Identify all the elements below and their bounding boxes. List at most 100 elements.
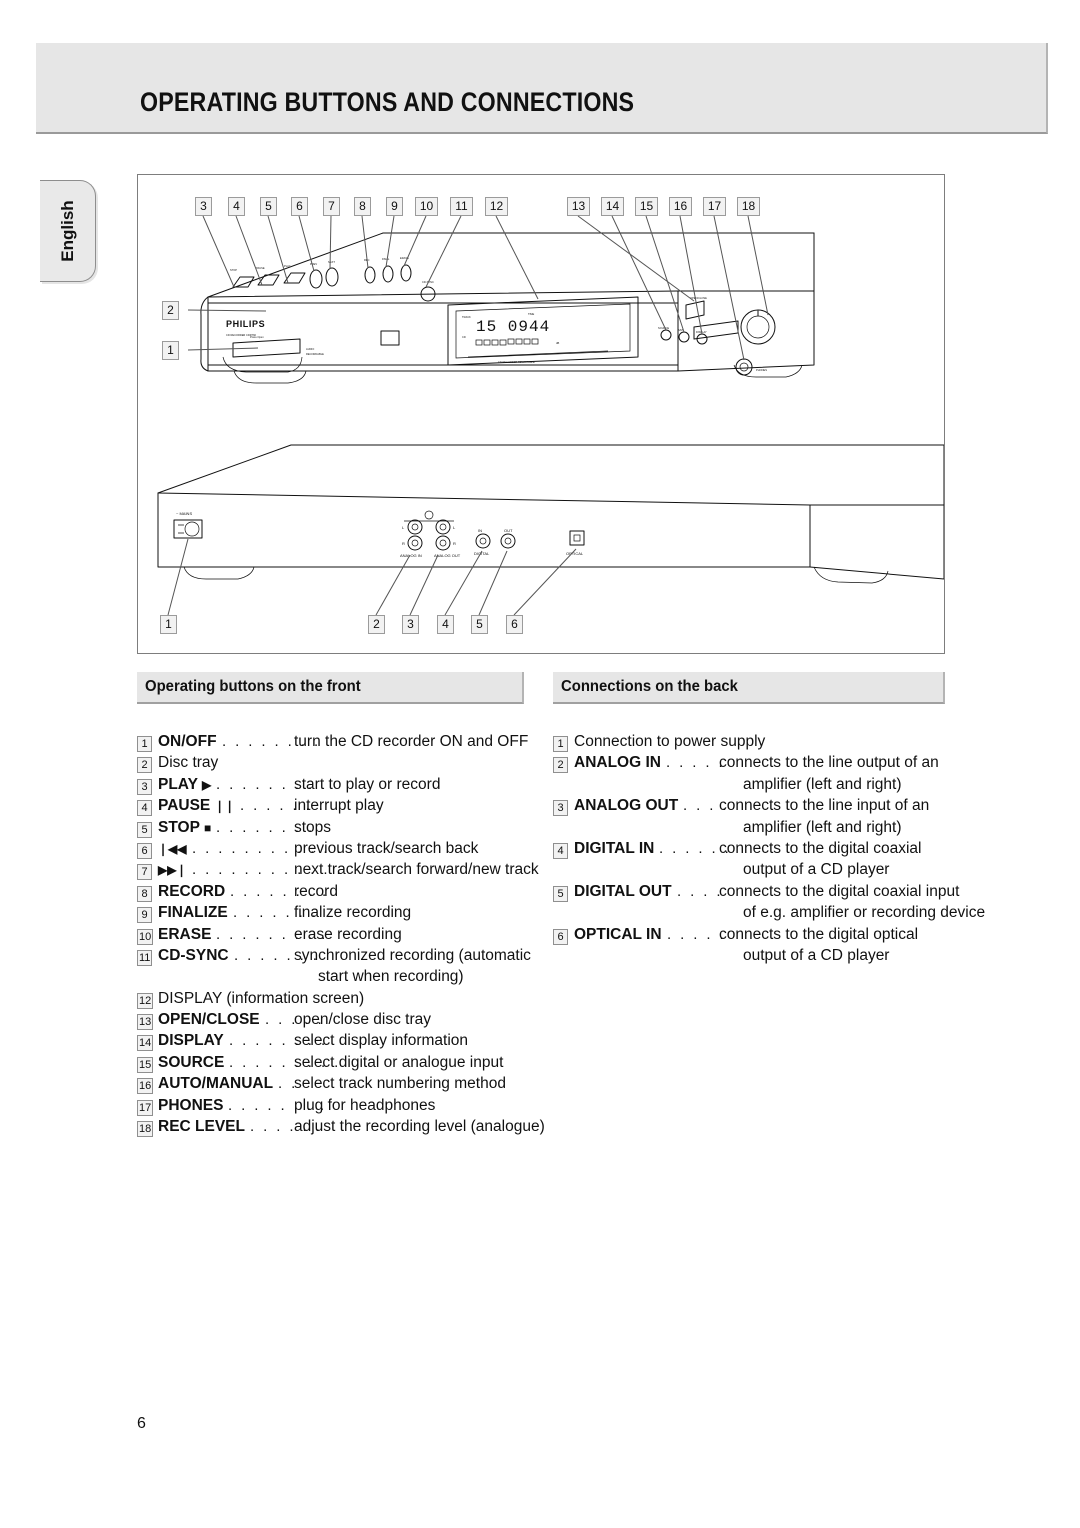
front-button-item-label: CD-SYNC: [158, 946, 229, 964]
front-button-item-description: adjust the recording level (analogue): [294, 1118, 545, 1136]
front-button-item: 14 DISPLAY. . . . . . . . select display i…: [137, 1032, 537, 1053]
svg-text:dB: dB: [556, 341, 559, 345]
front-button-item-label: PAUSE ❘❘: [158, 797, 235, 815]
front-button-item-number: 8: [137, 885, 152, 902]
front-button-item-number: 12: [137, 992, 154, 1009]
front-button-item: 16 AUTO/MANUAL. . select track numbering m…: [137, 1075, 537, 1096]
svg-text:L: L: [402, 525, 405, 530]
back-connection-item-number: 6: [553, 928, 568, 945]
svg-text:A/M: A/M: [678, 328, 683, 332]
back-connection-item-label: DIGITAL IN: [574, 839, 655, 857]
svg-text:PHONES: PHONES: [756, 368, 767, 372]
back-connection-item-dots: . . . . .: [667, 925, 727, 943]
front-button-item: 3 PLAY ▶. . . . . . . . start to play or r…: [137, 776, 537, 797]
back-connection-item-number: 4: [553, 842, 568, 859]
svg-text:RECORDABLE: RECORDABLE: [306, 352, 324, 356]
front-button-item-number: 4: [137, 800, 152, 817]
front-button-item-label: PHONES: [158, 1096, 224, 1114]
callout-front-1: 1: [162, 341, 179, 360]
control-symbol-icon: ❘◀◀: [158, 841, 187, 856]
callout-7: 7: [323, 197, 340, 216]
back-connection-item-dots: . . . . .: [666, 754, 726, 772]
front-button-item: 6 ❘◀◀. . . . . . . . . . . . previous tra…: [137, 840, 537, 861]
page-title: OPERATING BUTTONS AND CONNECTIONS: [140, 87, 635, 117]
disc-tray: Press Open AUDIO RECORDABLE: [222, 335, 324, 373]
back-connection-item-number: 1: [553, 736, 568, 752]
rear-jack-panel: L L R R ANALOG IN ANALOG OUT DIGITAL IN …: [400, 510, 585, 558]
front-button-item-description: synchronized recording (automatic: [294, 946, 531, 964]
front-button-item-number: 18: [137, 1121, 154, 1138]
front-button-item-label: RECORD: [158, 882, 226, 900]
figure-frame: PHILIPS CD RECORDER CDR760 Press Open AU…: [137, 174, 945, 654]
front-button-item-label: OPEN/CLOSE: [158, 1011, 260, 1029]
svg-text:ERASE: ERASE: [400, 256, 409, 260]
callout-15: 15: [635, 197, 658, 216]
callout-17: 17: [703, 197, 726, 216]
section-header-back-label: Connections on the back: [561, 678, 738, 695]
callout-13: 13: [567, 197, 590, 216]
front-button-item: 4 PAUSE ❘❘. . . . . . . interrupt play: [137, 797, 537, 818]
front-button-item-number: 3: [137, 778, 152, 795]
back-connection-item-description: connects to the line output of an: [719, 754, 939, 772]
back-connection-item-continuation: of e.g. amplifier or recording device: [553, 904, 985, 925]
front-button-item-number: 16: [137, 1078, 154, 1095]
callout-4: 4: [228, 197, 245, 216]
back-connection-item-label: ANALOG OUT: [574, 797, 679, 815]
svg-text:NEXT: NEXT: [328, 260, 335, 264]
back-connection-item-continuation-text: output of a CD player: [743, 861, 890, 879]
section-header-front-label: Operating buttons on the front: [145, 678, 361, 695]
back-connection-item-continuation-text: of e.g. amplifier or recording device: [743, 904, 986, 922]
back-connection-item-continuation: amplifier (left and right): [553, 819, 953, 840]
front-button-item-description: previous track/search back: [294, 839, 479, 857]
front-button-item-description: turn the CD recorder ON and OFF: [294, 733, 529, 750]
language-tab-label: English: [57, 200, 77, 262]
front-button-item: 11 CD-SYNC. . . . . . . synchronized recor…: [137, 947, 537, 968]
front-button-item-label: STOP ■: [158, 818, 212, 836]
page-header-band: OPERATING BUTTONS AND CONNECTIONS: [36, 43, 1048, 134]
back-connection-item-continuation: amplifier (left and right): [553, 776, 953, 797]
svg-text:OPTICAL: OPTICAL: [566, 551, 584, 556]
back-connection-item-number: 5: [553, 885, 568, 902]
svg-text:CD: CD: [462, 335, 466, 339]
front-button-item-description: finalize recording: [294, 904, 412, 922]
callout-front-2: 2: [162, 301, 179, 320]
svg-text:DIGITAL: DIGITAL: [474, 551, 490, 556]
callout-18: 18: [737, 197, 760, 216]
callout-14: 14: [601, 197, 624, 216]
control-symbol-icon: ■: [203, 820, 212, 835]
front-button-item-description: select display information: [294, 1032, 469, 1050]
svg-text:TIME: TIME: [528, 312, 534, 316]
back-connection-item: 1 Connection to power supply: [553, 733, 953, 754]
front-button-item-number: 1: [137, 736, 152, 752]
front-button-item-label: ON/OFF: [158, 733, 217, 750]
device-illustration: PHILIPS CD RECORDER CDR760 Press Open AU…: [157, 232, 944, 584]
callout-5: 5: [260, 197, 277, 216]
front-button-item-label: ▶▶❘: [158, 861, 187, 879]
svg-text:AUDIO: AUDIO: [306, 347, 314, 351]
back-connection-item-label: Connection to power supply: [574, 733, 766, 750]
front-button-item: 17 PHONES. . . . . . . . plug for headphon…: [137, 1097, 537, 1118]
front-button-item-label: ❘◀◀: [158, 840, 187, 858]
front-button-item-label: ERASE: [158, 925, 212, 943]
callout-8: 8: [354, 197, 371, 216]
front-button-item-number: 10: [137, 928, 154, 945]
display-value: 15 0944: [476, 318, 550, 336]
callout-3: 3: [195, 197, 212, 216]
svg-text:TRACK: TRACK: [462, 315, 471, 319]
front-button-item-number: 6: [137, 842, 152, 859]
back-connection-item-continuation-text: output of a CD player: [743, 946, 890, 964]
front-button-item-description: select digital or analogue input: [294, 1053, 504, 1071]
callout-9: 9: [386, 197, 403, 216]
back-connections-list: 1 Connection to power supply 2 ANALOG IN . .…: [553, 733, 985, 968]
back-connection-item-continuation-text: amplifier (left and right): [743, 818, 902, 836]
back-connection-item: 5 DIGITAL OUT . . . . connects to the digit…: [553, 883, 959, 904]
front-display: 15 0944 TRACK TIME CD dB CD RECORDER REW…: [447, 296, 639, 366]
back-connection-item-number: 2: [553, 757, 568, 774]
back-unit-drawing: ~ MAINS L L R R ANALOG IN ANALOG OUT DIG…: [157, 444, 944, 584]
back-connection-item-continuation: output of a CD player: [553, 947, 953, 968]
svg-text:PLAY: PLAY: [284, 264, 291, 268]
front-button-item-number: 13: [137, 1014, 154, 1031]
front-button-item-continuation: start when recording): [137, 968, 537, 989]
front-right-controls: SOURCE A/M DISPLAY OPEN/CLOSE PHONES: [658, 296, 776, 376]
front-button-item-number: 5: [137, 821, 152, 838]
